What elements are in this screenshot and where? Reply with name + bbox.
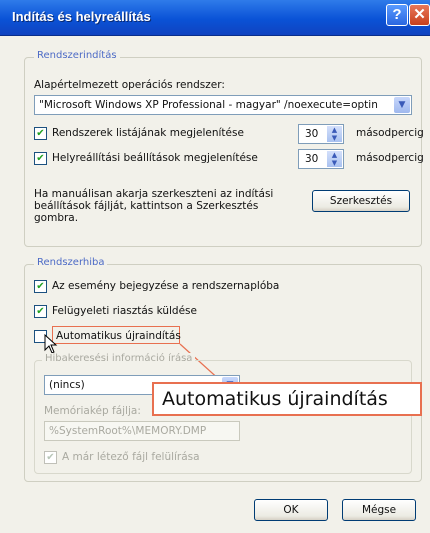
cancel-button[interactable]: Mégse [342, 499, 416, 521]
callout-box: Automatikus újraindítás [152, 382, 422, 416]
overwrite-label: A már létező fájl felülírása [62, 451, 200, 463]
ok-button[interactable]: OK [254, 499, 328, 521]
dump-file-input[interactable]: %SystemRoot%\MEMORY.DMP [44, 421, 240, 441]
overwrite-checkbox[interactable]: ✔ [44, 451, 57, 464]
dump-file-label: Memóriakép fájlja: [44, 405, 141, 417]
dump-file-value: %SystemRoot%\MEMORY.DMP [49, 425, 207, 437]
debug-info-legend: Hibakeresési információ írása [42, 353, 196, 364]
debug-info-value: (nincs) [49, 379, 85, 391]
